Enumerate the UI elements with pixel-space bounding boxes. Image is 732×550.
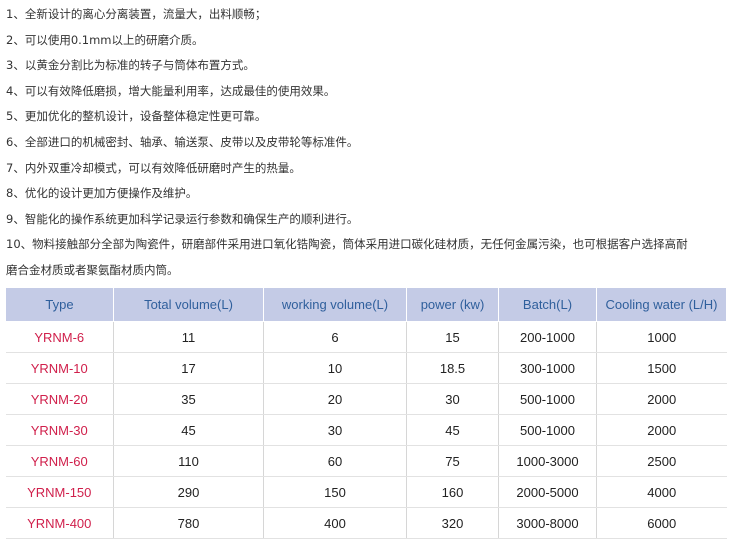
table-header-row: Type Total volume(L) working volume(L) p…: [5, 287, 727, 322]
type-cell: YRNM-60: [5, 445, 114, 477]
spec-table: Type Total volume(L) working volume(L) p…: [5, 287, 727, 539]
feature-item: 6、全部进口的机械密封、轴承、输送泵、皮带以及皮带轮等标准件。: [6, 134, 359, 149]
table-row: YRNM-400 780 400 320 3000-8000 6000: [5, 507, 727, 539]
total-volume-cell: 780: [113, 507, 264, 539]
column-header-type: Type: [5, 287, 114, 322]
feature-item: 2、可以使用0.1mm以上的研磨介质。: [6, 32, 204, 47]
batch-cell: 1000-3000: [498, 445, 597, 477]
cooling-water-cell: 2000: [596, 383, 727, 415]
table-row: YRNM-10 17 10 18.5 300-1000 1500: [5, 352, 727, 384]
working-volume-cell: 10: [263, 352, 407, 384]
type-cell: YRNM-6: [5, 321, 114, 353]
total-volume-cell: 290: [113, 476, 264, 508]
cooling-water-cell: 4000: [596, 476, 727, 508]
cooling-water-cell: 1000: [596, 321, 727, 353]
table-row: YRNM-150 290 150 160 2000-5000 4000: [5, 476, 727, 508]
batch-cell: 300-1000: [498, 352, 597, 384]
power-cell: 45: [406, 414, 499, 446]
batch-cell: 200-1000: [498, 321, 597, 353]
power-cell: 30: [406, 383, 499, 415]
column-header-total-volume: Total volume(L): [113, 287, 264, 322]
type-cell: YRNM-30: [5, 414, 114, 446]
feature-item: 10、物料接触部分全部为陶瓷件，研磨部件采用进口氧化锆陶瓷，筒体采用进口碳化硅材…: [6, 237, 688, 252]
column-header-power: power (kw): [406, 287, 499, 322]
cooling-water-cell: 2500: [596, 445, 727, 477]
total-volume-cell: 11: [113, 321, 264, 353]
type-cell: YRNM-10: [5, 352, 114, 384]
spec-table-container: Type Total volume(L) working volume(L) p…: [5, 287, 727, 539]
cooling-water-cell: 6000: [596, 507, 727, 539]
total-volume-cell: 35: [113, 383, 264, 415]
batch-cell: 3000-8000: [498, 507, 597, 539]
power-cell: 75: [406, 445, 499, 477]
cooling-water-cell: 1500: [596, 352, 727, 384]
power-cell: 15: [406, 321, 499, 353]
total-volume-cell: 110: [113, 445, 264, 477]
feature-item: 8、优化的设计更加方便操作及维护。: [6, 186, 198, 201]
type-cell: YRNM-400: [5, 507, 114, 539]
power-cell: 18.5: [406, 352, 499, 384]
feature-item: 5、更加优化的整机设计，设备整体稳定性更可靠。: [6, 109, 267, 124]
feature-item: 4、可以有效降低磨损，增大能量利用率，达成最佳的使用效果。: [6, 83, 336, 98]
batch-cell: 500-1000: [498, 383, 597, 415]
table-row: YRNM-30 45 30 45 500-1000 2000: [5, 414, 727, 446]
table-row: YRNM-60 110 60 75 1000-3000 2500: [5, 445, 727, 477]
total-volume-cell: 17: [113, 352, 264, 384]
feature-item: 3、以黄金分割比为标准的转子与筒体布置方式。: [6, 58, 255, 73]
table-row: YRNM-20 35 20 30 500-1000 2000: [5, 383, 727, 415]
table-row: YRNM-6 11 6 15 200-1000 1000: [5, 321, 727, 353]
column-header-batch: Batch(L): [498, 287, 597, 322]
power-cell: 320: [406, 507, 499, 539]
power-cell: 160: [406, 476, 499, 508]
working-volume-cell: 60: [263, 445, 407, 477]
working-volume-cell: 400: [263, 507, 407, 539]
feature-item: 1、全新设计的离心分离装置，流量大，出料顺畅；: [6, 7, 267, 21]
type-cell: YRNM-20: [5, 383, 114, 415]
cooling-water-cell: 2000: [596, 414, 727, 446]
batch-cell: 2000-5000: [498, 476, 597, 508]
feature-item: 9、智能化的操作系统更加科学记录运行参数和确保生产的顺利进行。: [6, 211, 359, 226]
batch-cell: 500-1000: [498, 414, 597, 446]
working-volume-cell: 150: [263, 476, 407, 508]
working-volume-cell: 30: [263, 414, 407, 446]
working-volume-cell: 20: [263, 383, 407, 415]
column-header-cooling-water: Cooling water (L/H): [596, 287, 727, 322]
working-volume-cell: 6: [263, 321, 407, 353]
type-cell: YRNM-150: [5, 476, 114, 508]
feature-item: 7、内外双重冷却模式，可以有效降低研磨时产生的热量。: [6, 160, 301, 175]
feature-item: 磨合金材质或者聚氨酯材质内筒。: [6, 262, 179, 277]
column-header-working-volume: working volume(L): [263, 287, 407, 322]
feature-list: 1、全新设计的离心分离装置，流量大，出料顺畅； 2、可以使用0.1mm以上的研磨…: [6, 2, 728, 284]
total-volume-cell: 45: [113, 414, 264, 446]
